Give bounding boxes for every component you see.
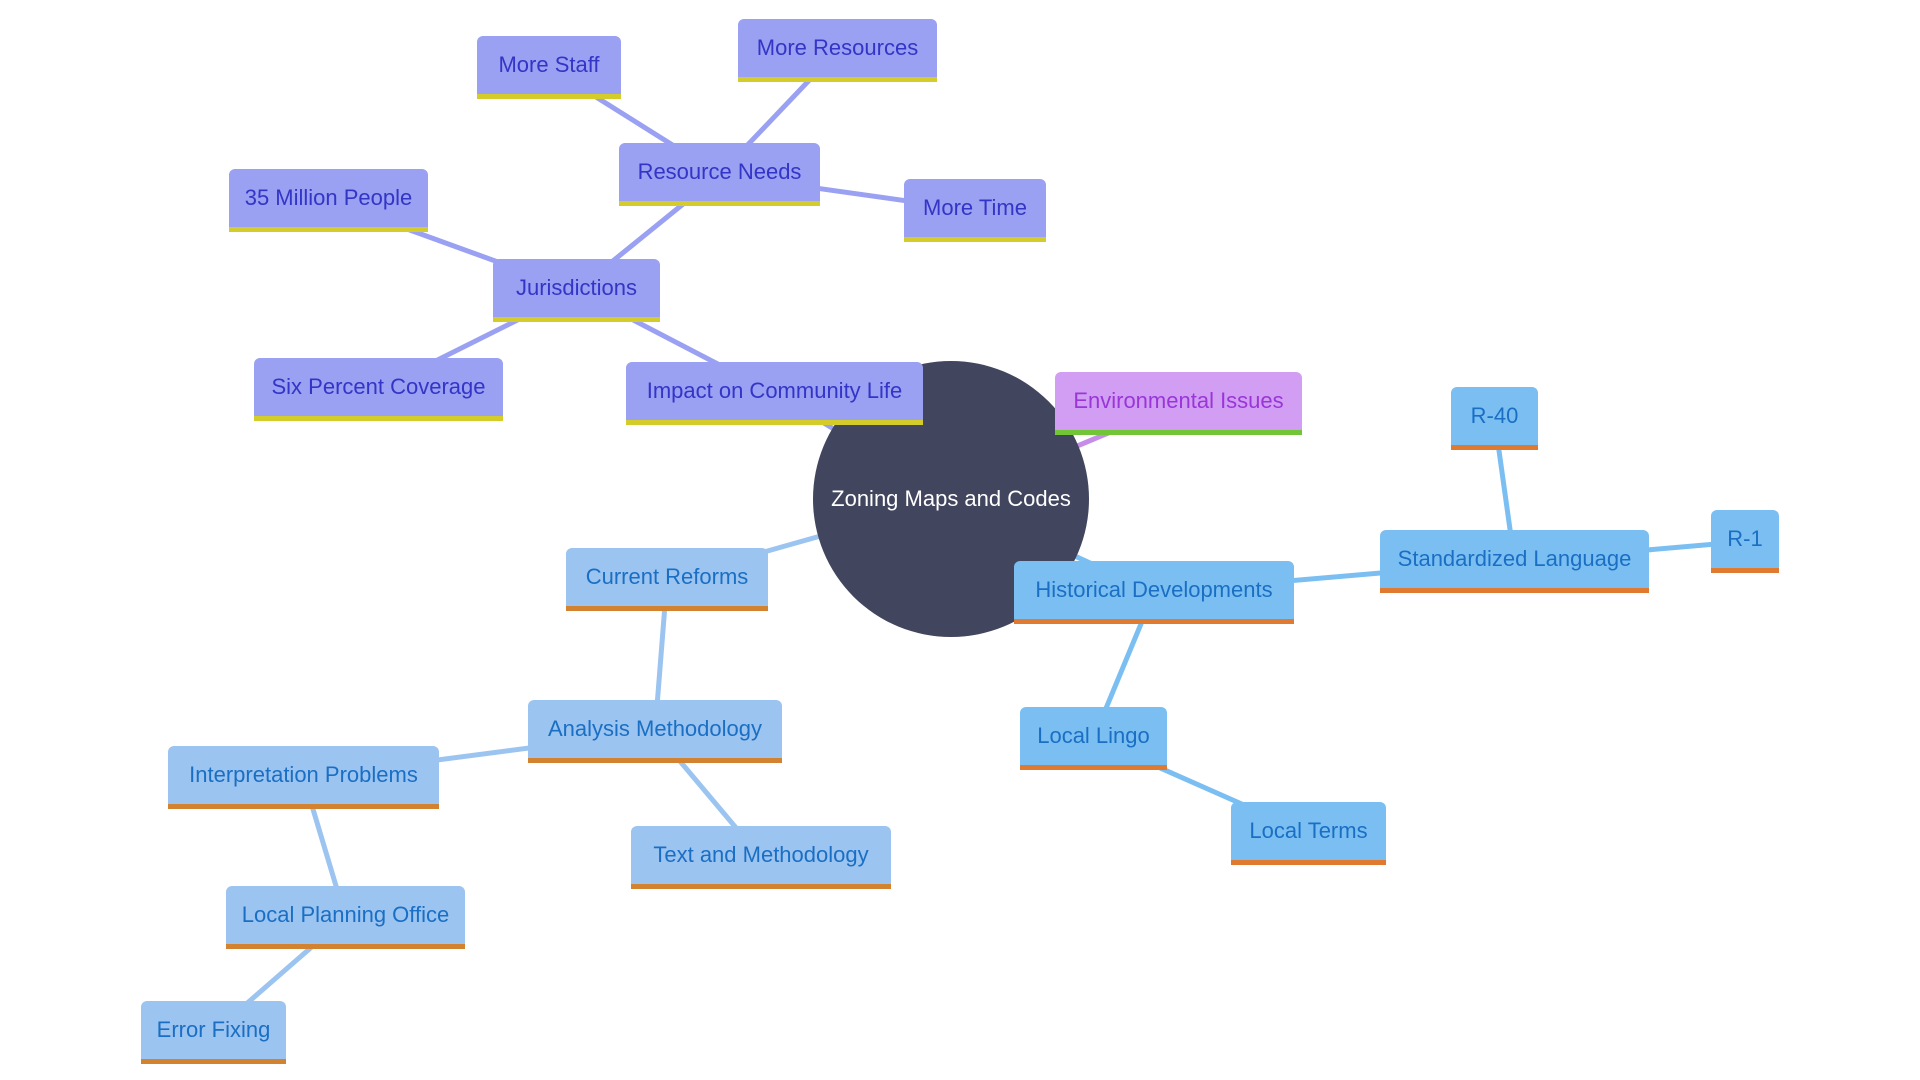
node-label: Six Percent Coverage: [271, 374, 486, 399]
node-more-resources[interactable]: More Resources: [738, 19, 937, 82]
node-label: Local Terms: [1249, 818, 1368, 843]
node-historical-developments[interactable]: Historical Developments: [1014, 561, 1294, 624]
node-local-terms[interactable]: Local Terms: [1231, 802, 1386, 865]
node-label: Historical Developments: [1035, 577, 1273, 602]
node-impact-on-community-life[interactable]: Impact on Community Life: [626, 362, 923, 425]
node-label: Local Lingo: [1037, 723, 1150, 748]
node-label: Error Fixing: [156, 1017, 271, 1042]
node-standardized-language[interactable]: Standardized Language: [1380, 530, 1649, 593]
node-error-fixing[interactable]: Error Fixing: [141, 1001, 286, 1064]
node-label: Jurisdictions: [515, 275, 638, 300]
node-label: R-1: [1727, 526, 1763, 551]
node-label: Environmental Issues: [1073, 388, 1284, 413]
node-more-time[interactable]: More Time: [904, 179, 1046, 242]
node-label: Resource Needs: [637, 159, 802, 184]
node-label: Interpretation Problems: [189, 762, 418, 787]
node-local-lingo[interactable]: Local Lingo: [1020, 707, 1167, 770]
central-topic-label: Zoning Maps and Codes: [831, 486, 1071, 511]
node-35-million-people[interactable]: 35 Million People: [229, 169, 428, 232]
node-jurisdictions[interactable]: Jurisdictions: [493, 259, 660, 322]
node-six-percent-coverage[interactable]: Six Percent Coverage: [254, 358, 503, 421]
node-label: 35 Million People: [244, 185, 413, 210]
node-label: Standardized Language: [1397, 546, 1632, 571]
node-label: Current Reforms: [585, 564, 749, 589]
node-label: Analysis Methodology: [547, 716, 762, 741]
node-more-staff[interactable]: More Staff: [477, 36, 621, 99]
node-label: More Time: [923, 195, 1027, 220]
node-resource-needs[interactable]: Resource Needs: [619, 143, 820, 206]
node-text-and-methodology[interactable]: Text and Methodology: [631, 826, 891, 889]
node-r-40[interactable]: R-40: [1451, 387, 1538, 450]
node-local-planning-office[interactable]: Local Planning Office: [226, 886, 465, 949]
node-analysis-methodology[interactable]: Analysis Methodology: [528, 700, 782, 763]
node-current-reforms[interactable]: Current Reforms: [566, 548, 768, 611]
node-environmental-issues[interactable]: Environmental Issues: [1055, 372, 1302, 435]
node-label: More Resources: [756, 35, 919, 60]
node-interpretation-problems[interactable]: Interpretation Problems: [168, 746, 439, 809]
node-label: Text and Methodology: [653, 842, 869, 867]
node-r-1[interactable]: R-1: [1711, 510, 1779, 573]
node-label: Impact on Community Life: [646, 378, 903, 403]
node-label: R-40: [1470, 403, 1519, 428]
node-label: More Staff: [498, 52, 600, 77]
node-label: Local Planning Office: [241, 902, 450, 927]
